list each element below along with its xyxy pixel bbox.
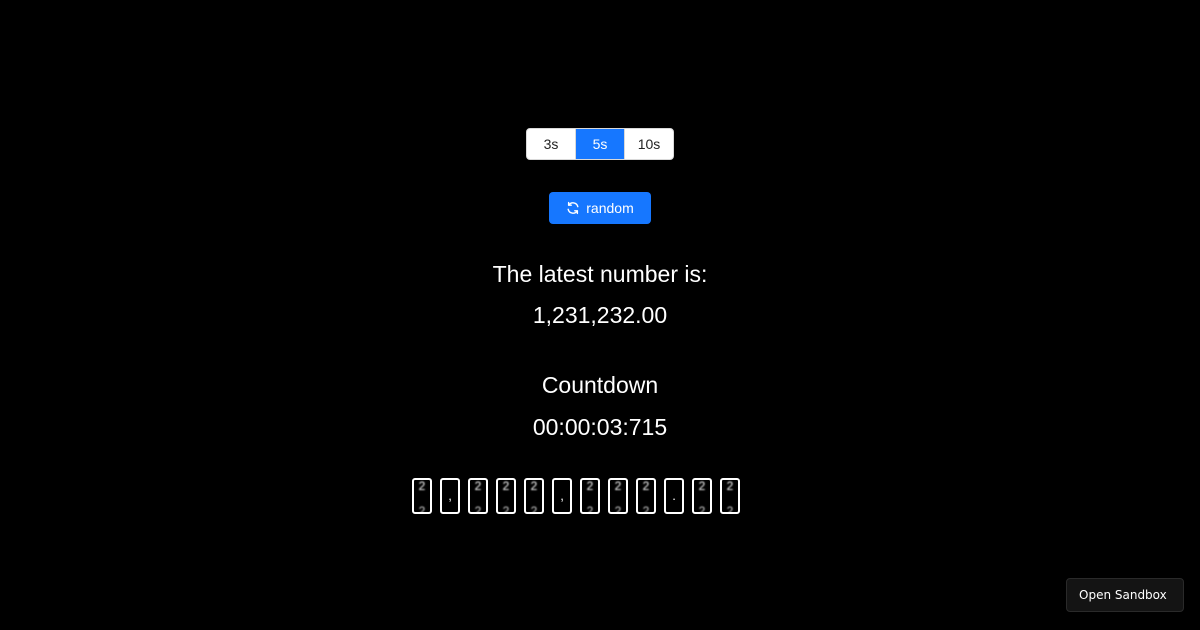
digit-char: 2 [502, 479, 510, 493]
digit-char-next: 2 [530, 504, 538, 514]
digit-cell: 22 [692, 478, 712, 514]
digit-char-next: 2 [642, 504, 650, 514]
digit-char: 2 [474, 479, 482, 493]
latest-number-value: 1,231,232.00 [532, 302, 668, 328]
digit-char: 2 [614, 479, 622, 493]
digit-char: 2 [698, 479, 706, 493]
refresh-icon [566, 201, 580, 215]
digit-roller: 22,222222,222222.2222 [412, 478, 740, 514]
digit-char: 2 [530, 479, 538, 493]
digit-separator: . [664, 478, 684, 514]
digit-char-next: 2 [418, 504, 426, 514]
countdown-value: 00:00:03:715 [532, 414, 668, 440]
digit-char: 2 [418, 479, 426, 493]
interval-option-10s[interactable]: 10s [625, 129, 673, 159]
digit-cell: 22 [524, 478, 544, 514]
digit-char-next: 2 [474, 504, 482, 514]
open-sandbox-button[interactable]: Open Sandbox [1066, 578, 1184, 612]
digit-char-next: 2 [614, 504, 622, 514]
digit-cell: 22 [608, 478, 628, 514]
digit-cell: 22 [412, 478, 432, 514]
digit-char-next: 2 [502, 504, 510, 514]
digit-separator: , [440, 478, 460, 514]
digit-char: 2 [586, 479, 594, 493]
digit-separator-char: . [672, 488, 676, 503]
interval-option-3s[interactable]: 3s [527, 129, 576, 159]
digit-cell: 22 [636, 478, 656, 514]
countdown-heading: Countdown [541, 372, 659, 398]
interval-selector: 3s 5s 10s [526, 128, 674, 160]
digit-separator: , [552, 478, 572, 514]
digit-separator-char: , [448, 488, 452, 503]
digit-cell: 22 [720, 478, 740, 514]
random-button[interactable]: random [549, 192, 651, 224]
latest-number-heading: The latest number is: [492, 261, 708, 287]
random-button-label: random [586, 200, 634, 216]
digit-char-next: 2 [586, 504, 594, 514]
digit-char: 2 [642, 479, 650, 493]
digit-separator-char: , [560, 488, 564, 503]
digit-cell: 22 [468, 478, 488, 514]
digit-char-next: 2 [698, 504, 706, 514]
digit-cell: 22 [580, 478, 600, 514]
digit-char: 2 [726, 479, 734, 493]
interval-option-5s[interactable]: 5s [576, 129, 625, 159]
digit-char-next: 2 [726, 504, 734, 514]
page: 3s 5s 10s random The latest number is: 1… [0, 0, 1200, 630]
digit-cell: 22 [496, 478, 516, 514]
